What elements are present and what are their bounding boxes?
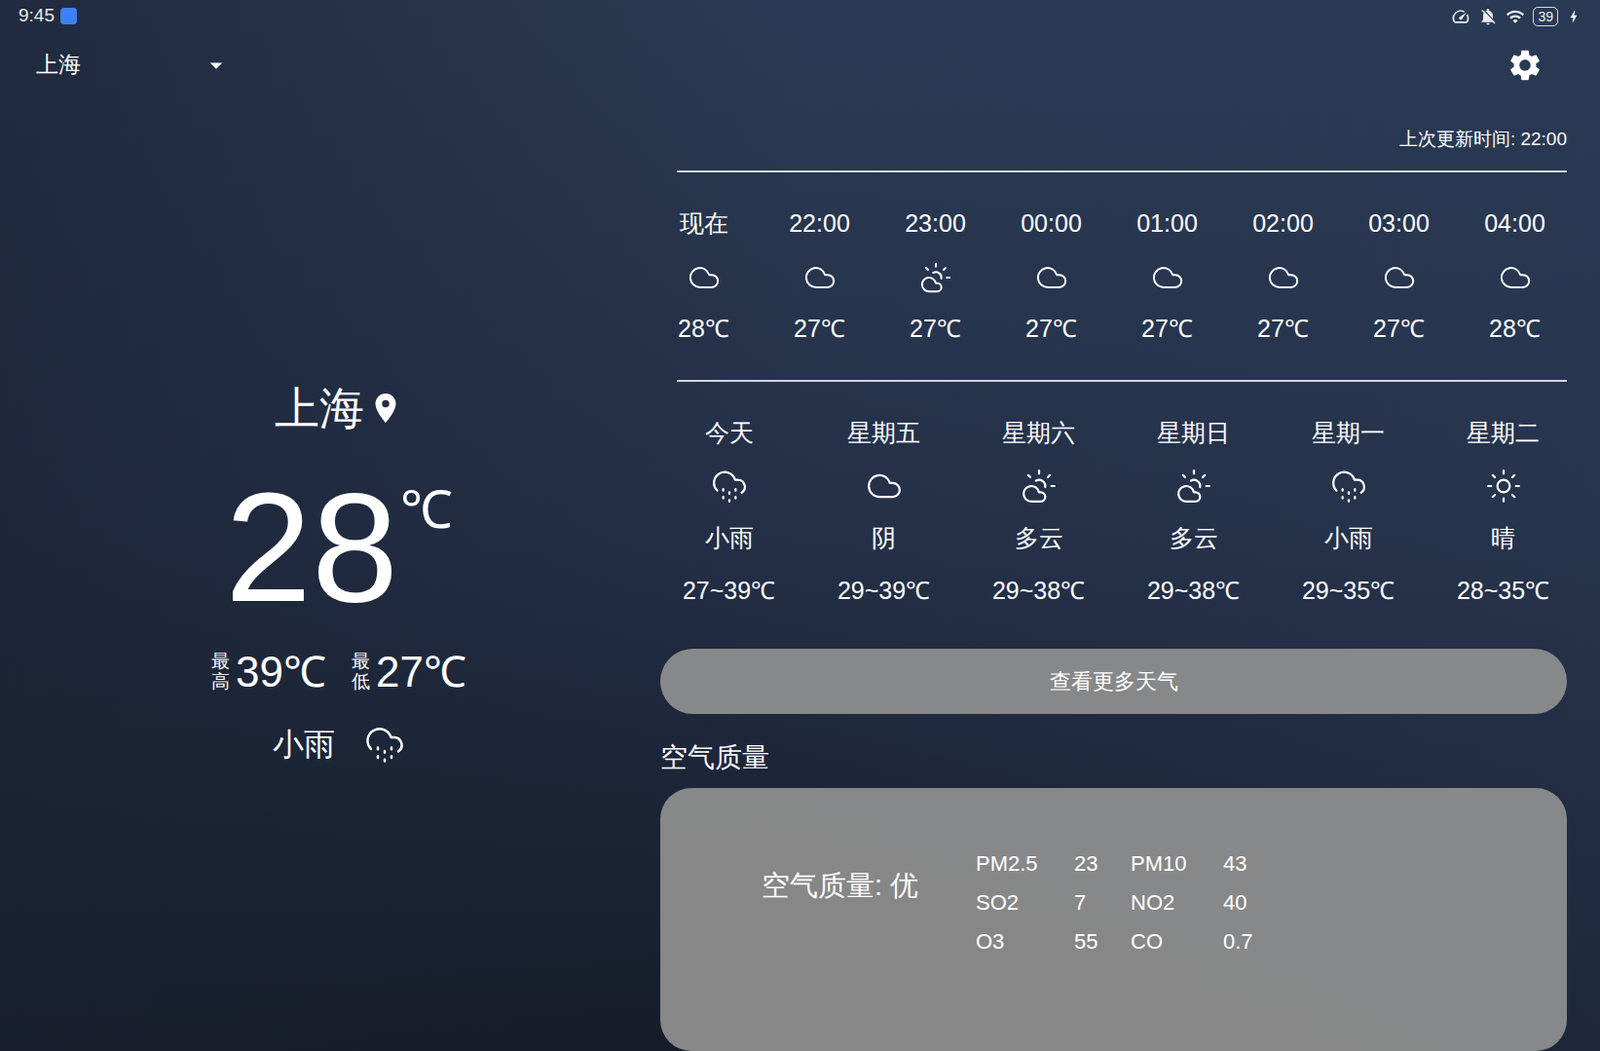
metric-name: PM2.5 [975, 844, 1075, 884]
hourly-item: 04:0028℃ [1456, 208, 1573, 343]
partly-cloudy-icon [919, 260, 953, 295]
current-temperature: 28 [224, 469, 399, 626]
metric-value: 40 [1223, 883, 1282, 923]
charging-icon [1565, 8, 1582, 25]
divider [676, 379, 1567, 382]
cloudy-icon [1382, 260, 1416, 295]
cloudy-icon [803, 260, 837, 295]
daily-item: 星期一小雨29~35℃ [1270, 417, 1426, 605]
daily-item: 今天小雨27~39℃ [651, 417, 807, 605]
status-time: 9:45 [18, 1, 55, 31]
settings-gear-icon[interactable] [1506, 46, 1544, 84]
partly-cloudy-icon [1020, 467, 1058, 505]
cloudy-icon [1151, 260, 1185, 295]
cloudy-icon [1035, 260, 1069, 295]
daily-item: 星期日多云29~38℃ [1116, 417, 1271, 605]
air-quality-card: 空气质量: 优 PM2.523PM1043 SO27NO240 O355CO0.7 [660, 787, 1567, 1051]
battery-icon: 39 [1532, 6, 1559, 27]
sunny-icon [1485, 467, 1523, 505]
hourly-item: 00:0027℃ [993, 208, 1110, 343]
high-low: 最高39℃ 最低27℃ [211, 647, 467, 697]
status-bar: 9:45 39 [0, 0, 1600, 33]
app-notification-icon [60, 7, 77, 25]
hourly-item: 03:0027℃ [1340, 208, 1457, 343]
hourly-item: 22:0027℃ [761, 208, 878, 343]
temperature-unit: ℃ [400, 483, 453, 536]
hourly-item: 23:0027℃ [877, 208, 994, 343]
current-weather: 上海 28℃ 最高39℃ 最低27℃ 小雨 [0, 97, 661, 1051]
metric-value: 7 [1074, 883, 1131, 923]
current-condition: 小雨 [272, 725, 335, 763]
cloudy-icon [1266, 260, 1301, 295]
air-quality-metrics: PM2.523PM1043 SO27NO240 O355CO0.7 [975, 844, 1282, 962]
daily-item: 星期二晴28~35℃ [1425, 417, 1581, 605]
dropdown-arrow-icon [201, 50, 231, 80]
metric-value: 43 [1223, 844, 1282, 884]
hourly-item: 01:0027℃ [1109, 208, 1226, 343]
daily-item: 星期六多云29~38℃ [961, 417, 1117, 605]
metric-name: PM10 [1130, 844, 1224, 884]
rain-icon [710, 467, 748, 505]
partly-cloudy-icon [1175, 467, 1213, 505]
low-label: 最低 [351, 651, 371, 693]
metric-value: 23 [1074, 844, 1131, 884]
hourly-item: 02:0027℃ [1225, 208, 1341, 343]
metric-name: SO2 [975, 883, 1075, 923]
hourly-item: 现在28℃ [645, 208, 762, 343]
metric-name: NO2 [1130, 883, 1224, 923]
metric-name: CO [1130, 922, 1224, 962]
high-temperature: 39℃ [235, 647, 327, 697]
cloudy-icon [865, 467, 903, 505]
wifi-icon [1505, 6, 1526, 27]
metric-name: O3 [975, 922, 1075, 962]
location-pin-icon [368, 390, 404, 426]
metric-value: 0.7 [1223, 922, 1282, 962]
rain-icon [1330, 467, 1368, 505]
daily-item: 星期五阴29~39℃ [806, 417, 962, 605]
mute-icon [1478, 6, 1498, 27]
high-label: 最高 [211, 651, 230, 693]
speed-icon [1451, 6, 1471, 27]
forecast-panel: 上次更新时间: 22:00现在28℃22:0027℃23:0027℃00:002… [660, 97, 1567, 1051]
divider [676, 170, 1567, 173]
rain-icon [364, 723, 406, 765]
air-quality-summary: 空气质量: 优 [761, 868, 928, 902]
current-city: 上海 [274, 382, 365, 434]
air-quality-title: 空气质量 [660, 742, 1567, 774]
city-dropdown[interactable]: 上海 [36, 47, 231, 82]
cloudy-icon [1498, 260, 1532, 295]
low-temperature: 27℃ [375, 647, 467, 697]
hourly-forecast: 现在28℃22:0027℃23:0027℃00:0027℃01:0027℃02:… [645, 172, 1567, 380]
last-update-time: 上次更新时间: 22:00 [676, 128, 1567, 150]
daily-forecast: 今天小雨27~39℃星期五阴29~39℃星期六多云29~38℃星期日多云29~3… [651, 381, 1567, 605]
cloudy-icon [687, 260, 721, 295]
header: 上海 [0, 32, 1600, 98]
metric-value: 55 [1074, 922, 1131, 962]
weather-app: 9:4539上海上海28℃最高39℃最低27℃小雨上次更新时间: 22:00现在… [0, 0, 1600, 1051]
more-weather-button[interactable]: 查看更多天气 [660, 648, 1567, 714]
